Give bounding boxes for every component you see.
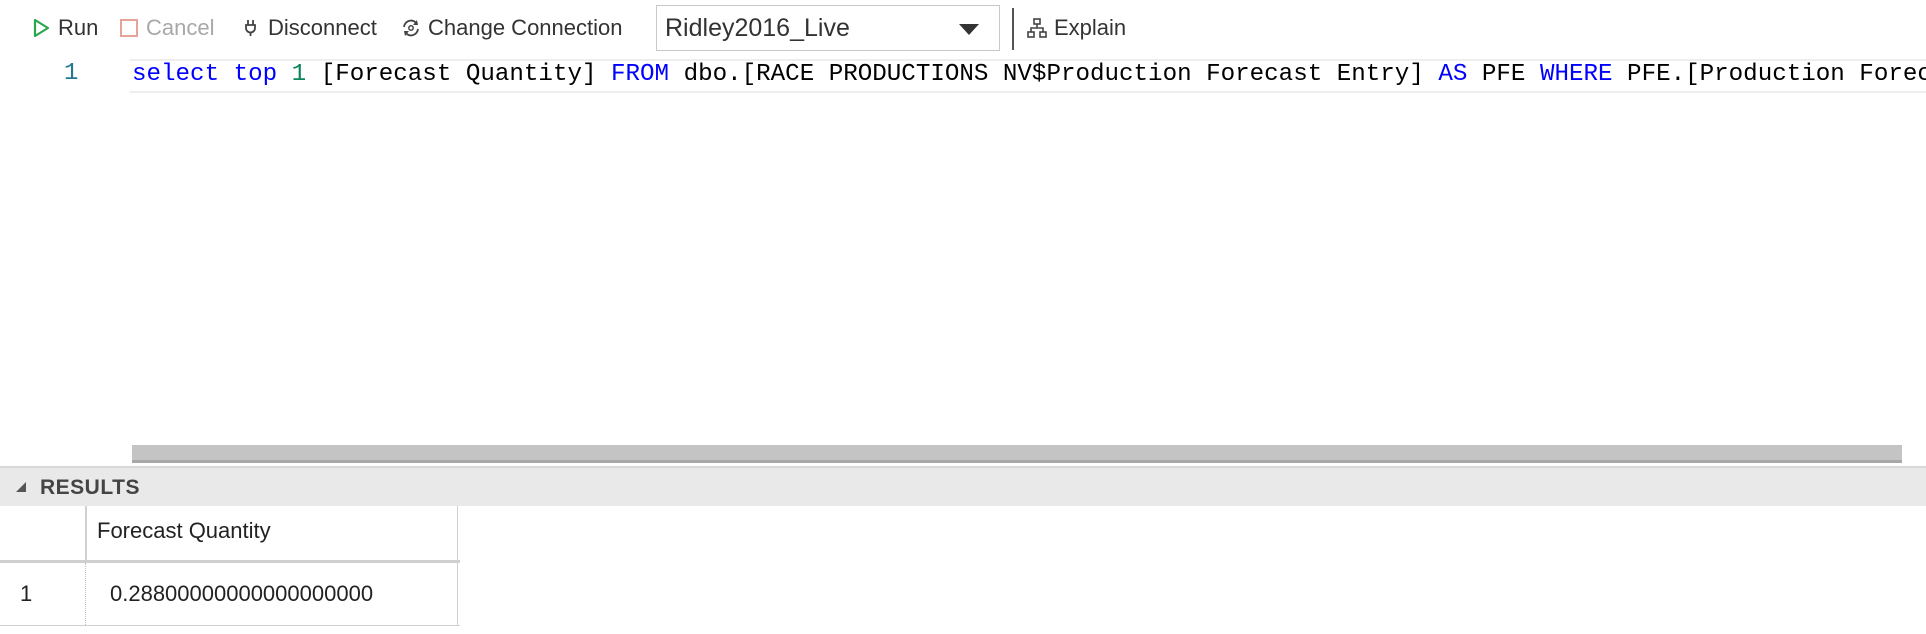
toolbar-separator xyxy=(1012,8,1014,50)
horizontal-scrollbar[interactable] xyxy=(132,445,1902,463)
chevron-down-icon xyxy=(959,24,979,35)
disconnect-button[interactable]: Disconnect xyxy=(240,12,377,44)
column-header-forecast-quantity[interactable]: Forecast Quantity xyxy=(86,506,458,560)
code-line[interactable]: select top 1 [Forecast Quantity] FROM db… xyxy=(132,60,1926,90)
toolbar: Run Cancel Disconnect Change Connection … xyxy=(0,0,1926,56)
results-grid: Forecast Quantity 1 0.288000000000000000… xyxy=(0,506,460,634)
sql-token-id: [Forecast Quantity] xyxy=(306,61,611,88)
sql-token-id xyxy=(277,61,292,88)
cancel-button[interactable]: Cancel xyxy=(118,12,214,44)
collapse-triangle-icon[interactable] xyxy=(14,480,28,494)
database-value: Ridley2016_Live xyxy=(665,13,850,42)
sql-token-id: PFE.[Production Foreca xyxy=(1612,61,1926,88)
table-row: 1 0.28800000000000000000 xyxy=(0,563,460,625)
cell-forecast-quantity[interactable]: 0.28800000000000000000 xyxy=(88,563,458,625)
change-connection-icon xyxy=(400,17,422,39)
explain-label: Explain xyxy=(1054,15,1127,40)
cancel-label: Cancel xyxy=(146,15,215,40)
sql-token-kw: top xyxy=(233,61,278,88)
results-title: RESULTS xyxy=(40,476,140,499)
row-number-header xyxy=(0,506,86,560)
sql-token-num: 1 xyxy=(291,61,307,88)
line-number: 1 xyxy=(64,60,79,87)
grid-bottom-border xyxy=(0,625,460,626)
query-editor-window: Run Cancel Disconnect Change Connection … xyxy=(0,0,1926,634)
sql-token-id xyxy=(219,61,234,88)
run-button[interactable]: Run xyxy=(30,12,98,44)
database-select[interactable]: Ridley2016_Live xyxy=(656,5,1000,51)
explain-plan-icon xyxy=(1026,17,1048,39)
sql-token-kw: AS xyxy=(1438,61,1468,88)
explain-button[interactable]: Explain xyxy=(1026,12,1126,44)
change-connection-button[interactable]: Change Connection xyxy=(400,12,622,44)
sql-token-kw: FROM xyxy=(611,61,670,88)
sql-editor[interactable]: 1 select top 1 [Forecast Quantity] FROM … xyxy=(0,56,1926,466)
change-connection-label: Change Connection xyxy=(428,15,623,40)
disconnect-icon xyxy=(240,17,262,39)
play-icon xyxy=(30,17,52,39)
sql-token-id: PFE xyxy=(1467,61,1540,88)
row-number: 1 xyxy=(0,563,86,625)
results-panel-header[interactable]: RESULTS xyxy=(0,466,1926,506)
disconnect-label: Disconnect xyxy=(268,15,377,40)
grid-header-row: Forecast Quantity xyxy=(0,506,460,562)
sql-token-kw: select xyxy=(132,61,220,88)
sql-token-kw: WHERE xyxy=(1539,61,1613,88)
sql-token-id: dbo.[RACE PRODUCTIONS NV$Production Fore… xyxy=(669,61,1439,88)
stop-icon xyxy=(118,17,140,39)
run-label: Run xyxy=(58,15,99,40)
